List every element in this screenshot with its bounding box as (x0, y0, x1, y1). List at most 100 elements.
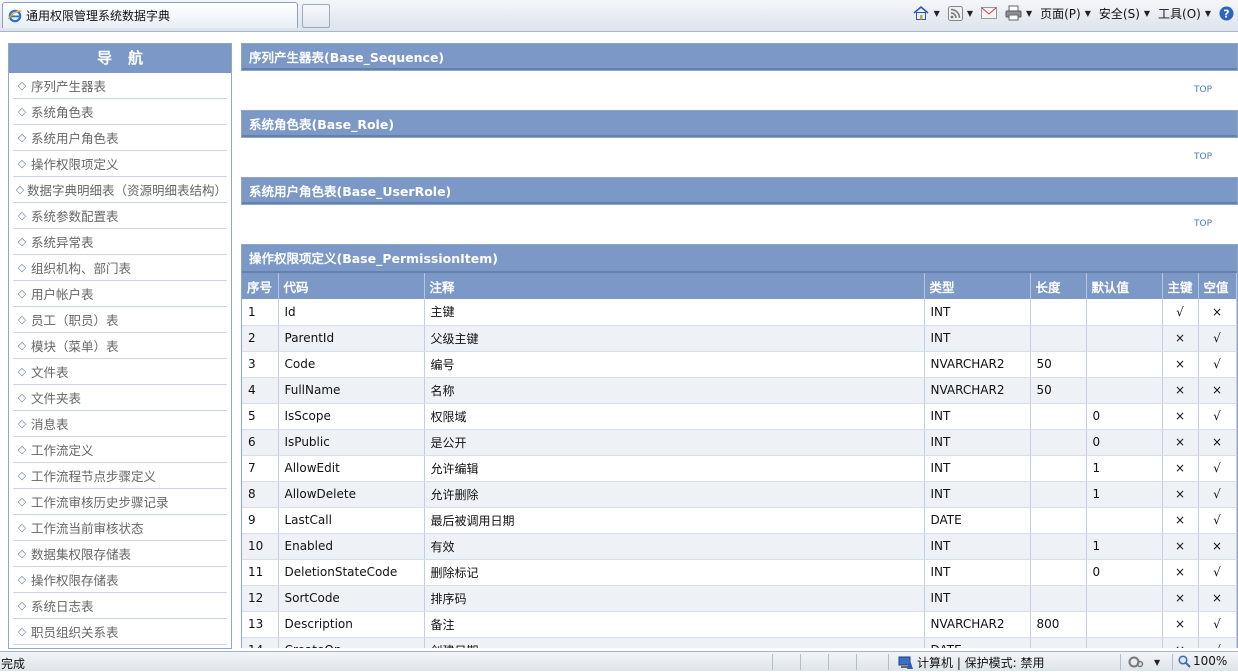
nav-item[interactable]: ◇ 序列产生器表 (13, 73, 227, 99)
nav-item[interactable]: ◇ 数据集权限存储表 (13, 541, 227, 567)
table-row: 7 AllowEdit 允许编辑 INT 1 × √ (242, 455, 1237, 482)
nav-item[interactable]: ◇ 系统异常表 (13, 229, 227, 255)
nav-item[interactable]: ◇ 系统角色表 (13, 99, 227, 125)
nav-item[interactable]: ◇ 消息表 (13, 411, 227, 437)
table-cell: × (1162, 611, 1199, 638)
nav-item[interactable]: ◇ 系统用户角色表 (13, 125, 227, 151)
nav-item[interactable]: ◇ 工作流当前审核状态 (13, 515, 227, 541)
top-link[interactable]: TOP (241, 138, 1238, 177)
nav-item[interactable]: ◇ 工作流审核历史步骤记录 (13, 489, 227, 515)
navigation-panel: 导航 ◇ 序列产生器表 ◇ 系统角色表 ◇ 系统用户角色表 ◇ 操作权限项定义 ◇ 数据字典明细表… (8, 43, 232, 649)
table-row: 10 Enabled 有效 INT 1 × × (242, 533, 1237, 560)
diamond-bullet-icon: ◇ (17, 469, 27, 482)
status-divider (888, 654, 889, 670)
table-cell: 12 (242, 585, 279, 612)
table-cell: INT (924, 533, 1031, 560)
table-cell: 最后被调用日期 (424, 507, 925, 534)
table-cell: Id (278, 299, 425, 326)
zoom-tools[interactable]: ▼ (1128, 655, 1160, 669)
table-cell: 1 (1086, 481, 1163, 508)
table-cell (1086, 351, 1163, 378)
nav-item[interactable]: ◇ 系统日志表 (13, 593, 227, 619)
print-button[interactable]: ▼ (1001, 2, 1036, 24)
nav-item[interactable]: ◇ 操作权限项定义 (13, 151, 227, 177)
mail-icon (980, 7, 997, 19)
top-link[interactable]: TOP (241, 205, 1238, 244)
status-divider (856, 654, 857, 670)
nav-item[interactable]: ◇ 员工（职员）表 (13, 307, 227, 333)
zoom-control[interactable]: 100% (1178, 654, 1227, 668)
nav-item[interactable]: ◇ 文件夹表 (13, 385, 227, 411)
feeds-button[interactable]: ▼ (944, 2, 977, 24)
table-cell: √ (1198, 481, 1237, 508)
table-cell: × (1162, 559, 1199, 586)
table-cell (1086, 611, 1163, 638)
table-cell: 允许删除 (424, 481, 925, 508)
table-row: 1 Id 主键 INT √ × (242, 299, 1237, 326)
table-cell: 编号 (424, 351, 925, 378)
nav-item[interactable]: ◇ 数据字典明细表（资源明细表结构） (13, 177, 227, 203)
nav-item[interactable]: ◇ 文件表 (13, 359, 227, 385)
table-cell: 1 (242, 299, 279, 326)
new-tab-button[interactable] (302, 4, 330, 28)
nav-item-label: 工作流当前审核状态 (31, 521, 144, 536)
table-cell: AllowEdit (278, 455, 425, 482)
nav-item[interactable]: ◇ 系统参数配置表 (13, 203, 227, 229)
nav-item-label: 系统异常表 (31, 235, 94, 250)
table-cell: 0 (1086, 403, 1163, 430)
table-cell: × (1162, 507, 1199, 534)
table-cell: √ (1198, 611, 1237, 638)
top-link[interactable]: TOP (241, 71, 1238, 110)
chevron-down-icon: ▼ (1025, 8, 1033, 18)
nav-item[interactable]: ◇ 工作流定义 (13, 437, 227, 463)
security-zone[interactable]: 计算机 | 保护模式: 禁用 (898, 654, 1045, 671)
table-cell: 备注 (424, 611, 925, 638)
table-cell: √ (1198, 455, 1237, 482)
table-cell: INT (924, 455, 1031, 482)
help-button[interactable]: ? (1215, 2, 1238, 24)
nav-item[interactable]: ◇ 模块（菜单）表 (13, 333, 227, 359)
table-cell: √ (1198, 351, 1237, 378)
diamond-bullet-icon: ◇ (17, 235, 27, 248)
table-cell: SortCode (278, 585, 425, 612)
nav-item[interactable]: ◇ 职员组织关系表 (13, 619, 227, 645)
table-cell: 允许编辑 (424, 455, 925, 482)
home-button[interactable]: ▼ (908, 2, 944, 24)
nav-item-label: 系统用户角色表 (31, 131, 119, 146)
table-cell: 1 (1086, 455, 1163, 482)
table-cell: 800 (1030, 611, 1087, 638)
nav-item[interactable]: ◇ 操作权限存储表 (13, 567, 227, 593)
table-cell: DATE (924, 507, 1031, 534)
table-cell: 11 (242, 559, 279, 586)
table-cell: Description (278, 611, 425, 638)
svg-text:?: ? (1223, 7, 1229, 20)
nav-item-label: 职员组织关系表 (31, 625, 119, 640)
diamond-bullet-icon: ◇ (17, 547, 27, 560)
table-cell: IsScope (278, 403, 425, 430)
page-menu[interactable]: 页面(P) ▼ (1036, 2, 1095, 24)
table-cell: 10 (242, 533, 279, 560)
tools-menu[interactable]: 工具(O) ▼ (1154, 2, 1215, 24)
nav-item[interactable]: ◇ 组织机构、部门表 (13, 255, 227, 281)
nav-item-label: 序列产生器表 (31, 79, 107, 94)
table-cell (1086, 507, 1163, 534)
nav-item[interactable]: ◇ 用户帐户表 (13, 281, 227, 307)
chevron-down-icon: ▼ (1204, 8, 1211, 18)
nav-item-label: 系统角色表 (31, 105, 94, 120)
table-cell: LastCall (278, 507, 425, 534)
tools-menu-label: 工具(O) (1158, 6, 1201, 21)
table-cell: × (1162, 585, 1199, 612)
safety-menu[interactable]: 安全(S) ▼ (1095, 2, 1154, 24)
table-cell: × (1162, 351, 1199, 378)
magnifier-icon (1178, 654, 1191, 668)
browser-tab[interactable]: 通用权限管理系统数据字典 (2, 2, 298, 28)
table-cell: 0 (1086, 559, 1163, 586)
nav-item[interactable]: ◇ 工作流程节点步骤定义 (13, 463, 227, 489)
chevron-down-icon: ▼ (1143, 8, 1151, 18)
table-cell: √ (1198, 325, 1237, 352)
table-cell: INT (924, 325, 1031, 352)
mail-button[interactable] (977, 2, 1001, 24)
table-cell (1030, 585, 1087, 612)
table-cell: DeletionStateCode (278, 559, 425, 586)
column-header: 主键 (1162, 273, 1199, 299)
